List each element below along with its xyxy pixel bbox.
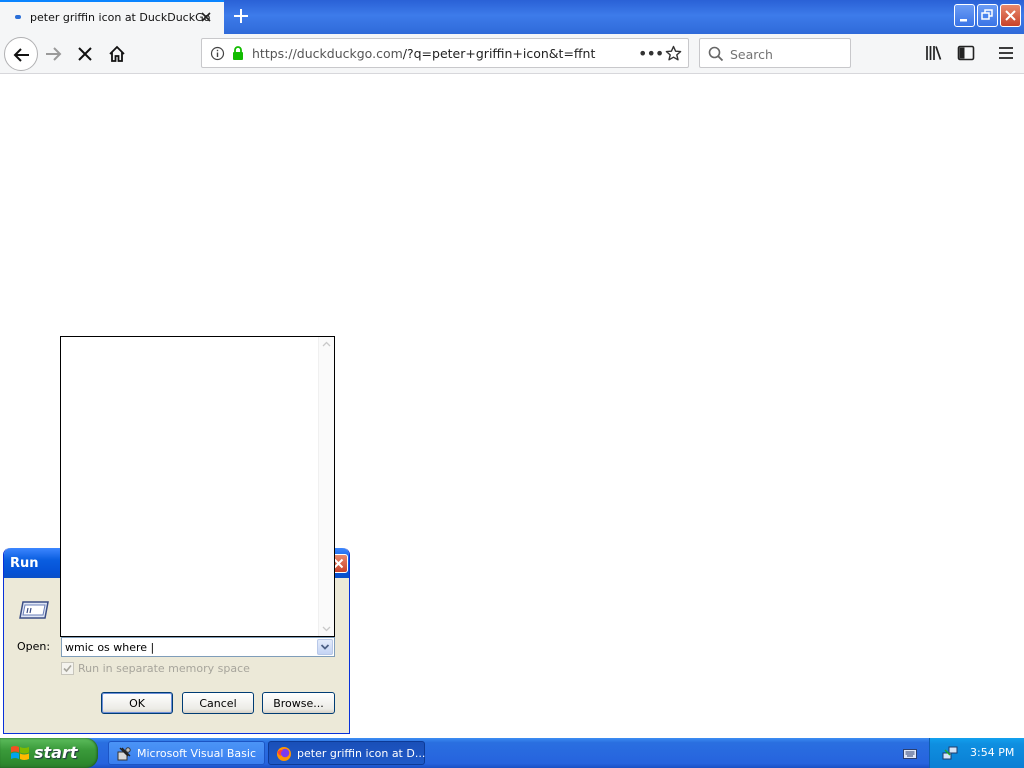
navigation-toolbar: https://duckduckgo.com/?q=peter+griffin+… (0, 34, 1024, 74)
open-combobox[interactable] (61, 637, 335, 657)
start-button[interactable]: start (0, 738, 98, 768)
tab-strip: peter griffin icon at DuckDuckGo (0, 0, 1024, 34)
url-bar[interactable]: https://duckduckgo.com/?q=peter+griffin+… (201, 38, 689, 68)
windows-logo-icon (11, 746, 29, 760)
home-button[interactable] (100, 37, 134, 71)
taskbar-item-label: peter griffin icon at D... (297, 747, 426, 760)
restore-window-button[interactable] (977, 4, 998, 27)
back-arrow-icon (13, 48, 29, 62)
bookmark-star-icon[interactable] (665, 45, 682, 62)
keyboard-language-icon[interactable] (903, 748, 917, 760)
home-icon (109, 45, 125, 62)
search-bar[interactable] (699, 38, 851, 68)
restore-icon (981, 9, 993, 20)
cancel-button[interactable]: Cancel (182, 692, 254, 714)
taskbar: start Microsoft Visual Basic peter griff… (0, 738, 1024, 768)
stop-loading-button[interactable] (68, 37, 102, 71)
separate-memory-checkbox[interactable] (61, 662, 74, 675)
page-actions-icon[interactable]: ••• (638, 44, 664, 63)
firefox-icon (277, 747, 291, 761)
minimize-icon (960, 19, 967, 22)
library-icon[interactable] (925, 44, 943, 62)
open-label: Open: (17, 640, 51, 653)
stop-icon (78, 47, 92, 61)
forward-arrow-icon (46, 47, 62, 61)
checkmark-icon (63, 664, 72, 673)
url-host: https://duckduckgo.com (252, 46, 403, 61)
scroll-down-icon[interactable] (322, 626, 331, 632)
close-window-button[interactable] (1000, 4, 1021, 27)
chevron-down-icon (320, 644, 330, 650)
new-tab-icon[interactable] (230, 5, 252, 27)
taskbar-item-firefox[interactable]: peter griffin icon at D... (268, 741, 425, 765)
taskbar-item-visual-basic[interactable]: Microsoft Visual Basic (108, 741, 265, 765)
system-tray: 3:54 PM (929, 738, 1024, 768)
browse-button[interactable]: Browse... (262, 692, 335, 714)
run-dialog-title: Run (10, 556, 39, 571)
close-icon (1005, 10, 1016, 21)
back-button[interactable] (4, 37, 38, 71)
command-input[interactable] (65, 640, 315, 655)
browser-tab-active[interactable]: peter griffin icon at DuckDuckGo (0, 0, 224, 34)
network-connection-icon[interactable] (942, 745, 958, 761)
url-path: /?q=peter+griffin+icon&t=ffnt (402, 46, 596, 61)
site-info-icon[interactable] (210, 46, 225, 61)
search-icon (708, 46, 724, 62)
visual-basic-icon (117, 747, 131, 761)
dropdown-scrollbar[interactable] (318, 337, 334, 636)
command-history-dropdown[interactable] (60, 336, 335, 637)
taskbar-clock: 3:54 PM (970, 746, 1015, 759)
run-program-icon (19, 601, 49, 619)
separate-memory-label: Run in separate memory space (78, 662, 250, 675)
search-input[interactable] (730, 45, 845, 63)
taskbar-item-label: Microsoft Visual Basic (137, 747, 257, 760)
ok-button[interactable]: OK (101, 692, 173, 714)
combobox-dropdown-button[interactable] (317, 639, 333, 655)
secure-lock-icon[interactable] (231, 45, 245, 61)
start-label: start (34, 743, 78, 762)
minimize-window-button[interactable] (954, 4, 975, 27)
sidebar-toggle-icon[interactable] (957, 44, 975, 62)
close-tab-icon[interactable] (199, 10, 213, 24)
scroll-up-icon[interactable] (322, 341, 331, 347)
forward-button[interactable] (36, 37, 70, 71)
loading-favicon-icon (15, 15, 21, 19)
url-text[interactable]: https://duckduckgo.com/?q=peter+griffin+… (252, 46, 595, 61)
tab-title: peter griffin icon at DuckDuckGo (30, 11, 211, 24)
hamburger-menu-icon[interactable] (997, 44, 1015, 62)
